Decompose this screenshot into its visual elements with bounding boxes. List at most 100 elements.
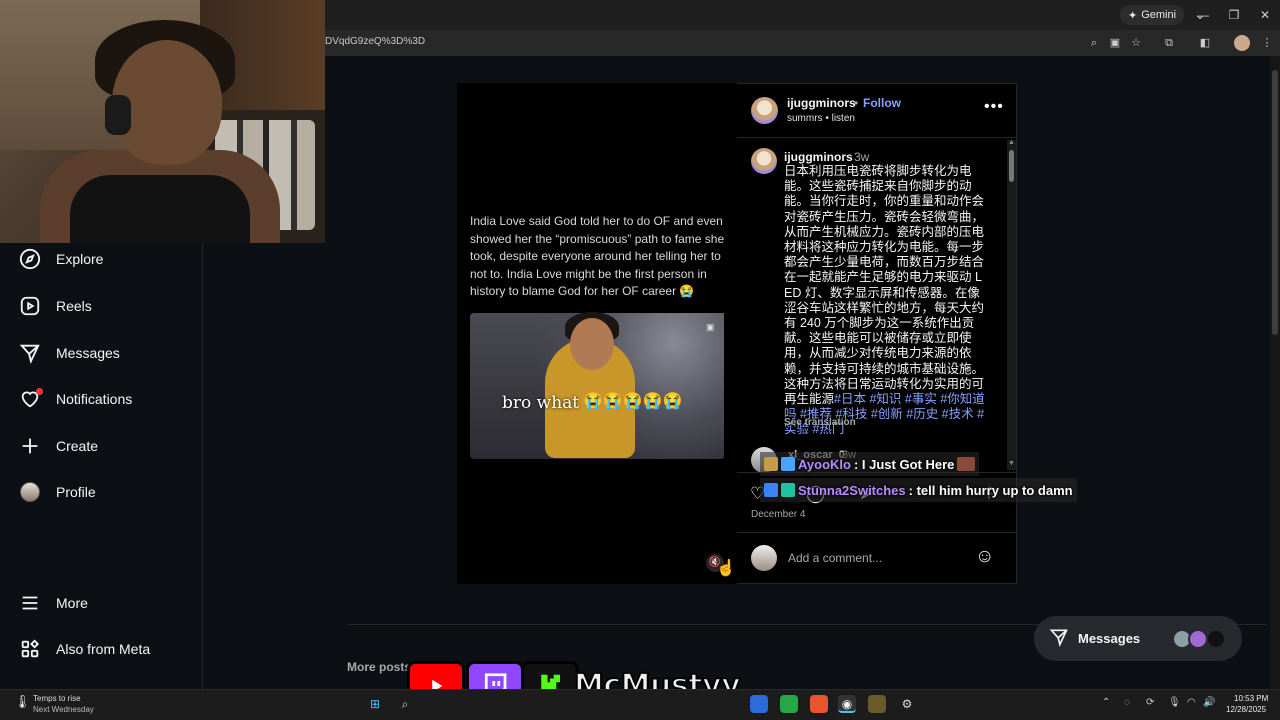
app-icon[interactable] <box>810 695 828 713</box>
windows-taskbar <box>0 689 1280 720</box>
chat-message: Stunna2Switches : tell him hurry up to d… <box>760 478 1077 502</box>
caption-time: 3w <box>854 150 870 164</box>
weather-title[interactable]: Temps to rise <box>33 694 81 703</box>
clock-date[interactable]: 12/28/2025 <box>1226 705 1266 714</box>
minimize-icon[interactable]: — <box>1188 5 1218 25</box>
sidebar-item-messages[interactable]: Messages <box>18 335 120 371</box>
gemini-button[interactable]: ✦ Gemini <box>1120 5 1185 25</box>
mouse-cursor-icon: ☝ <box>716 560 736 577</box>
sidebar-item-create[interactable]: Create <box>18 428 98 464</box>
message-avatar <box>1206 629 1226 649</box>
compass-icon <box>18 247 42 271</box>
post-date: December 4 <box>751 509 806 520</box>
tray-icon[interactable]: ◌ <box>1124 697 1130 708</box>
chat-text: : tell him hurry up to damn <box>908 482 1073 498</box>
messenger-icon <box>1049 627 1069 650</box>
chat-badge-icon <box>764 457 778 471</box>
sidebar-item-notifications[interactable]: Notifications <box>18 381 132 417</box>
clip-overlay-text: bro what <box>502 393 580 413</box>
app-icon[interactable] <box>750 695 768 713</box>
scroll-down-icon[interactable]: ▼ <box>1008 460 1015 467</box>
cast-icon[interactable]: ▣ <box>1107 35 1123 51</box>
clip-corner-icon: ▣ <box>706 322 715 332</box>
star-icon[interactable]: ☆ <box>1128 35 1144 51</box>
media-caption: India Love said God told her to do OF an… <box>470 214 725 298</box>
search-icon[interactable]: ⌕ <box>396 695 414 713</box>
gemini-label: Gemini <box>1141 9 1177 21</box>
clock-time[interactable]: 10:53 PM <box>1234 694 1268 703</box>
wifi-icon[interactable]: ◠ <box>1187 697 1196 708</box>
tray-icon[interactable]: ⟳ <box>1146 697 1154 708</box>
page-scroll-thumb[interactable] <box>1272 70 1278 335</box>
url-text[interactable]: DVqdG9zeQ%3D%3D <box>325 36 425 47</box>
mic-icon[interactable]: 🎙 <box>1168 697 1181 708</box>
sidepanel-icon[interactable]: ◧ <box>1197 35 1213 51</box>
plus-icon <box>18 434 42 458</box>
sidebar-item-explore[interactable]: Explore <box>18 241 103 277</box>
hamburger-icon <box>18 591 42 615</box>
sidebar-item-label: Explore <box>56 251 104 267</box>
sparkle-icon: ✦ <box>1128 9 1138 22</box>
author-avatar[interactable] <box>751 97 778 124</box>
messages-label: Messages <box>1078 631 1141 646</box>
chat-emote-icon <box>957 457 976 471</box>
sidebar-item-label: Messages <box>56 345 120 361</box>
message-avatar <box>1188 629 1208 649</box>
close-icon[interactable]: ✕ <box>1250 5 1280 25</box>
messenger-icon <box>18 341 42 365</box>
windows-start-icon[interactable]: ⊞ <box>366 695 384 713</box>
sidebar-item-label: Notifications <box>56 391 133 407</box>
sidebar-item-label: Also from Meta <box>56 641 151 657</box>
zoom-icon[interactable]: ⌕ <box>1086 35 1102 51</box>
sidebar-item-label: Reels <box>56 298 92 314</box>
comments-scrollbar[interactable] <box>1007 140 1016 470</box>
chat-nick: AyooKlo <box>798 456 851 472</box>
chat-badge-icon <box>781 483 795 497</box>
restore-icon[interactable]: ❐ <box>1219 5 1249 25</box>
more-posts-heading: More posts <box>347 660 412 674</box>
sidebar-item-label: Create <box>56 438 99 454</box>
sidebar-item-reels[interactable]: Reels <box>18 288 92 324</box>
separator-dot: • <box>854 96 859 110</box>
chat-text: : I Just Got Here <box>853 456 955 472</box>
comments-scroll-thumb[interactable] <box>1009 150 1014 182</box>
chat-badge-icon <box>764 483 778 497</box>
more-options-icon[interactable]: ••• <box>984 98 1004 116</box>
caption-avatar[interactable] <box>751 148 777 174</box>
reels-icon <box>18 294 42 318</box>
webcam-overlay <box>0 0 325 243</box>
sidebar-item-label: More <box>56 595 88 611</box>
app-icon[interactable] <box>780 695 798 713</box>
emoji-icon[interactable]: ☺ <box>975 546 994 568</box>
extensions-icon[interactable]: ⧉ <box>1161 35 1177 51</box>
sidebar-item-also-from-meta[interactable]: Also from Meta <box>18 631 150 667</box>
sidebar-item-label: Profile <box>56 484 96 500</box>
menu-icon[interactable]: ⋮ <box>1259 35 1275 51</box>
follow-button[interactable]: Follow <box>863 96 901 110</box>
caption-body: 日本利用压电瓷砖将脚步转化为电能。这些瓷砖捕捉来自你脚步的动能。当你行走时，你的… <box>784 164 985 407</box>
chrome-icon[interactable]: ◉ <box>838 695 856 713</box>
chevron-up-icon[interactable]: ⌃ <box>1102 697 1110 708</box>
comment-input[interactable] <box>788 549 968 567</box>
author-username[interactable]: ijuggminors <box>787 96 856 110</box>
volume-icon[interactable]: 🔊 <box>1203 697 1215 708</box>
scroll-up-icon[interactable]: ▲ <box>1008 139 1015 146</box>
caption-username[interactable]: ijuggminors <box>784 150 853 164</box>
my-avatar <box>751 545 777 571</box>
chat-nick: Stunna2Switches <box>798 482 906 498</box>
profile-avatar[interactable] <box>1234 35 1250 51</box>
see-translation-link[interactable]: See translation <box>784 417 856 428</box>
app-icon[interactable]: ⚙ <box>898 695 916 713</box>
post-header <box>737 84 1016 138</box>
clip-overlay-emoji: 😭😭😭😭😭 <box>583 393 683 410</box>
profile-avatar-icon <box>18 480 42 504</box>
sidebar-item-profile[interactable]: Profile <box>18 474 96 510</box>
meta-grid-icon <box>18 637 42 661</box>
app-icon[interactable] <box>868 695 886 713</box>
weather-subtitle[interactable]: Next Wednesday <box>33 705 94 714</box>
thermometer-icon[interactable]: 🌡 <box>14 694 31 710</box>
sidebar-item-more[interactable]: More <box>18 585 88 621</box>
chat-badge-icon <box>781 457 795 471</box>
notification-dot <box>36 388 43 395</box>
audio-attribution[interactable]: summrs • listen <box>787 113 855 124</box>
